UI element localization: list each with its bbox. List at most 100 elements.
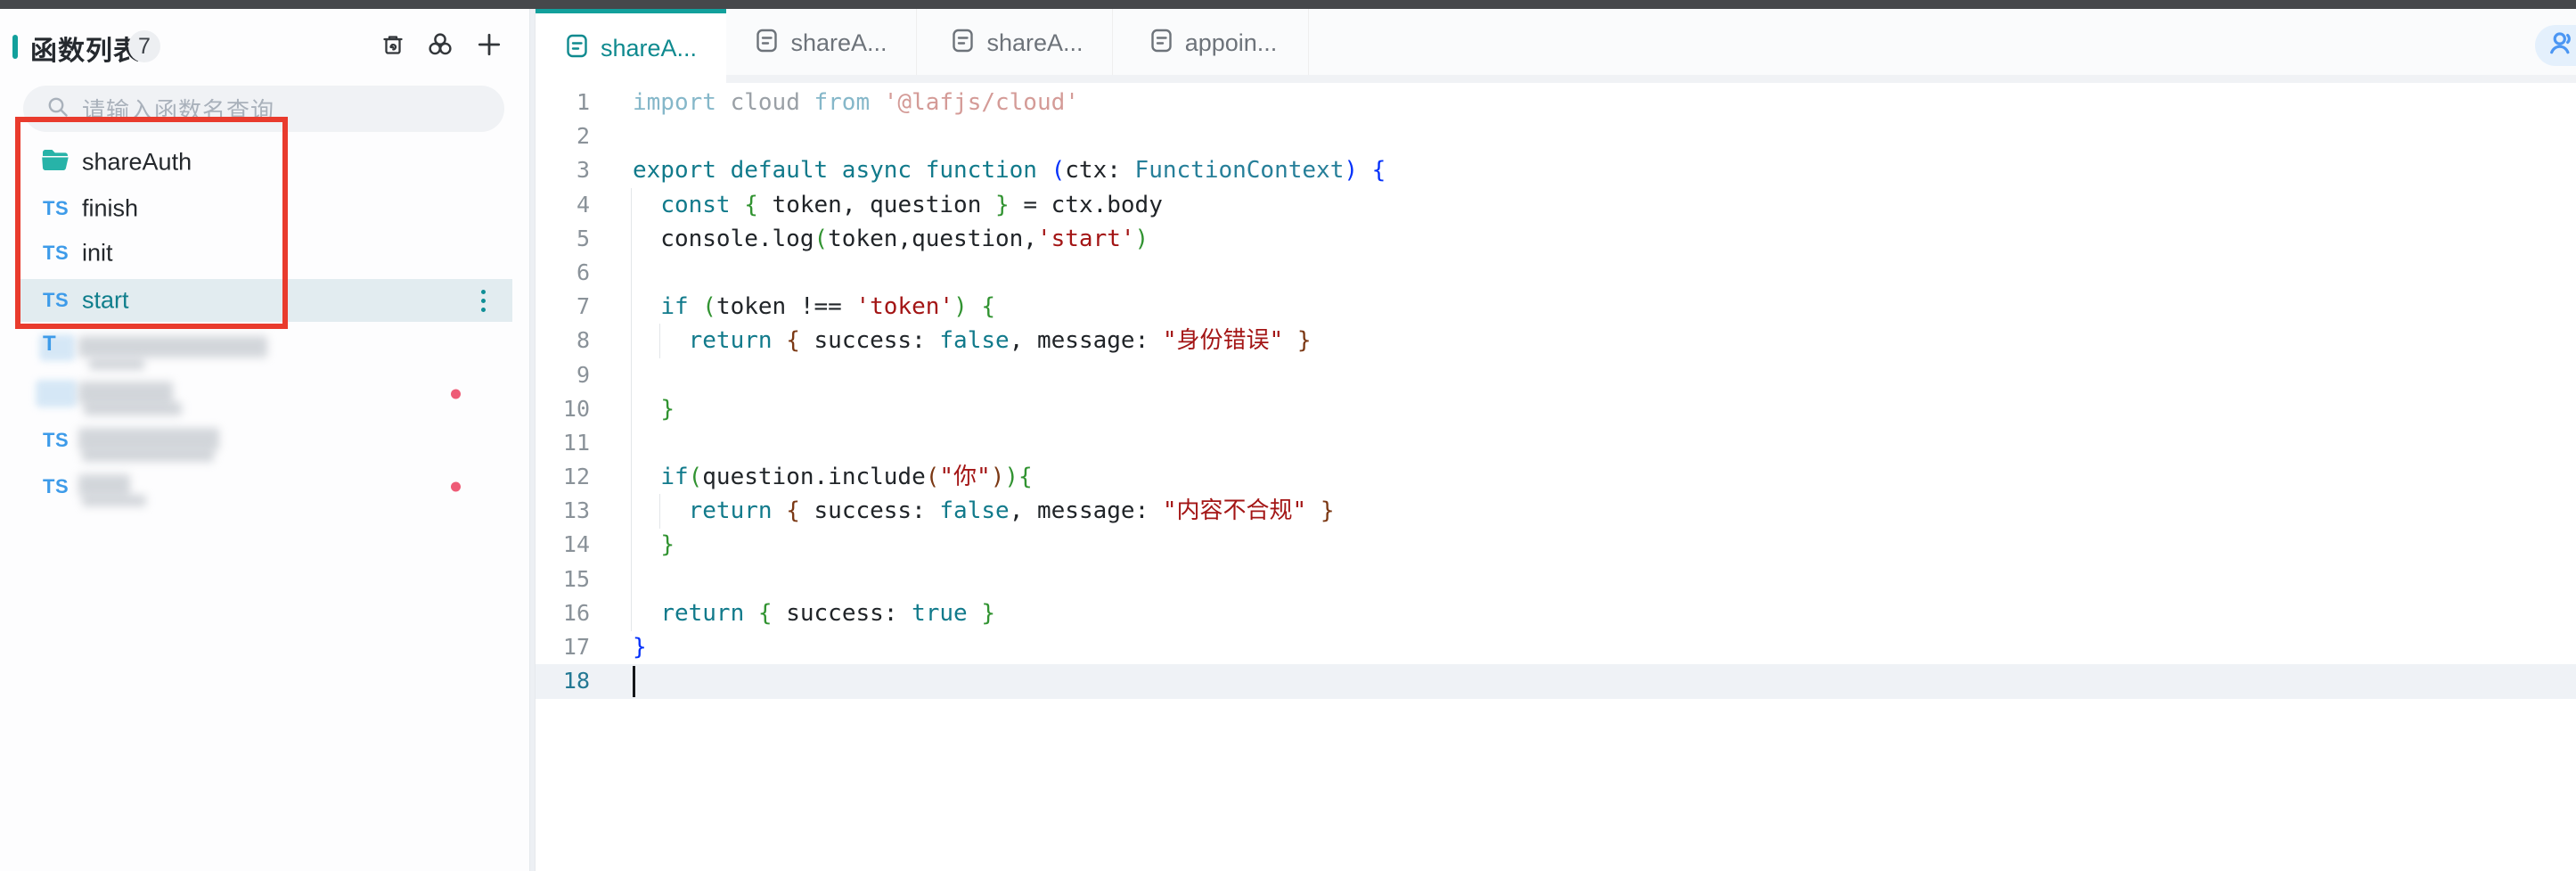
line-number: 12 <box>536 460 590 494</box>
tab-shareauth-active[interactable]: shareA... <box>536 9 726 83</box>
sidebar-item-folder-shareauth[interactable]: shareAuth <box>0 141 529 184</box>
redacted-label <box>82 448 214 462</box>
code-line[interactable]: } <box>633 528 1386 562</box>
text-cursor <box>633 666 635 697</box>
line-number-gutter: 123456789101112131415161718 <box>536 86 590 698</box>
function-label: init <box>82 240 113 267</box>
redacted-label <box>78 382 173 404</box>
sidebar-item-redacted-4[interactable]: TS <box>0 465 529 508</box>
window-top-strip <box>0 0 2576 9</box>
sidebar-item-function-init[interactable]: TS init <box>0 232 529 275</box>
code-line[interactable]: import cloud from '@lafjs/cloud' <box>633 86 1386 119</box>
user-avatar-button[interactable] <box>2535 25 2576 66</box>
line-number: 4 <box>536 188 590 222</box>
unpublished-dot <box>451 482 461 492</box>
typescript-badge: TS <box>43 242 69 265</box>
code-editor[interactable]: 123456789101112131415161718 import cloud… <box>536 83 2576 871</box>
line-number: 15 <box>536 563 590 596</box>
function-list-title: 函数列表 <box>30 29 141 68</box>
code-line[interactable]: console.log(token,question,'start') <box>633 222 1386 256</box>
function-label: start <box>82 287 129 315</box>
sidebar-item-redacted-1[interactable]: T <box>0 326 529 369</box>
tab-label: shareA... <box>986 29 1083 57</box>
title-accent-bar <box>12 35 18 59</box>
tab-label: shareA... <box>601 35 697 62</box>
user-icon <box>2546 29 2576 63</box>
code-line[interactable] <box>633 119 1386 153</box>
search-icon <box>46 95 70 123</box>
plus-icon <box>476 31 503 62</box>
line-number: 3 <box>536 153 590 187</box>
line-number: 5 <box>536 222 590 256</box>
tab-shareauth-3[interactable]: shareA... <box>922 9 1113 77</box>
code-line[interactable] <box>633 664 1386 698</box>
typescript-badge: TS <box>43 475 69 498</box>
typescript-badge: TS <box>43 197 69 220</box>
indent-guide <box>631 188 632 631</box>
sidebar-item-redacted-3[interactable]: TS <box>0 419 529 462</box>
code-line[interactable]: const { token, question } = ctx.body <box>633 188 1386 222</box>
line-number: 13 <box>536 494 590 528</box>
tab-label: appoin... <box>1185 29 1278 57</box>
function-label: finish <box>82 195 138 223</box>
dependency-button[interactable] <box>425 31 455 62</box>
code-line[interactable]: } <box>633 392 1386 426</box>
folder-icon <box>41 148 70 177</box>
tab-shareauth-2[interactable]: shareA... <box>726 9 917 77</box>
redacted-label <box>78 474 130 496</box>
dependency-icon <box>427 31 454 62</box>
add-function-button[interactable] <box>474 31 504 62</box>
line-number: 14 <box>536 528 590 562</box>
search-placeholder: 请输入函数名查询 <box>82 93 274 126</box>
code-line[interactable]: if(question.include("你")){ <box>633 460 1386 494</box>
line-number: 11 <box>536 426 590 460</box>
sidebar-item-redacted-2[interactable] <box>0 373 529 415</box>
unpublished-dot <box>451 390 461 399</box>
line-number: 1 <box>536 86 590 119</box>
file-icon <box>951 28 975 58</box>
code-line[interactable]: return { success: false, message: "内容不合规… <box>633 494 1386 528</box>
line-number: 2 <box>536 119 590 153</box>
sidebar-header: 函数列表 7 <box>0 27 529 77</box>
sidebar-resize-handle[interactable] <box>529 9 536 871</box>
line-number: 7 <box>536 290 590 324</box>
tab-appointment[interactable]: appoin... <box>1118 9 1309 77</box>
function-count-badge: 7 <box>128 30 160 62</box>
line-number: 6 <box>536 256 590 290</box>
code-line[interactable] <box>633 426 1386 460</box>
tab-label: shareA... <box>790 29 887 57</box>
editor-tab-bar: shareA... shareA... shareA... appoin... <box>536 9 2576 77</box>
code-line[interactable]: return { success: true } <box>633 596 1386 630</box>
code-line[interactable]: } <box>633 630 1386 664</box>
redacted-label <box>84 402 182 415</box>
function-list-sidebar: 函数列表 7 <box>0 9 529 871</box>
line-number: 10 <box>536 392 590 426</box>
file-icon <box>1149 28 1174 58</box>
file-icon <box>755 28 779 58</box>
line-number: 18 <box>536 664 590 698</box>
code-line[interactable]: export default async function (ctx: Func… <box>633 153 1386 187</box>
redacted-label <box>78 428 219 450</box>
recycle-bin-button[interactable] <box>378 31 408 62</box>
redacted-label <box>82 495 146 506</box>
laf-function-ide: { "app": { "accent_color": "#12a09c", "t… <box>0 0 2576 871</box>
sidebar-item-function-finish[interactable]: TS finish <box>0 187 529 230</box>
line-number: 9 <box>536 358 590 392</box>
line-number: 16 <box>536 596 590 630</box>
more-options-button[interactable] <box>470 285 496 316</box>
redacted-label <box>89 358 144 370</box>
code-line[interactable]: return { success: false, message: "身份错误"… <box>633 324 1386 357</box>
sidebar-item-function-start[interactable]: TS start <box>0 279 529 322</box>
typescript-badge: TS <box>43 289 69 312</box>
code-line[interactable] <box>633 358 1386 392</box>
redacted-label <box>78 336 267 357</box>
tabbar-bottom-divider <box>726 75 2576 83</box>
file-icon <box>565 33 589 63</box>
code-content[interactable]: import cloud from '@lafjs/cloud' export d… <box>633 86 1386 698</box>
code-line[interactable]: if (token !== 'token') { <box>633 290 1386 324</box>
function-search-input[interactable]: 请输入函数名查询 <box>23 86 504 132</box>
code-line[interactable] <box>633 563 1386 596</box>
typescript-badge: TS <box>43 429 69 452</box>
code-line[interactable] <box>633 256 1386 290</box>
line-number: 8 <box>536 324 590 357</box>
